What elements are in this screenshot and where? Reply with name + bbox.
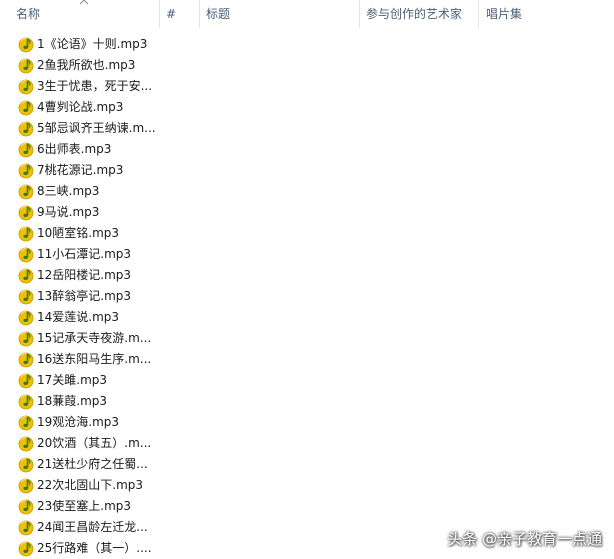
watermark-text: 头条 @亲子教育一点通 [447,530,602,548]
file-row[interactable]: 16送东阳马生序.m... [0,349,614,370]
file-name: 1《论语》十则.mp3 [37,37,148,51]
file-name: 6出师表.mp3 [37,142,112,156]
column-header-title[interactable]: 标题 [200,0,358,28]
column-separator[interactable] [478,0,479,28]
file-name: 4曹刿论战.mp3 [37,100,124,114]
music-note-icon [18,541,34,557]
file-name: 14爱莲说.mp3 [37,310,120,324]
music-note-icon [18,58,34,74]
column-header-artist[interactable]: 参与创作的艺术家 [360,0,478,28]
music-note-icon [18,289,34,305]
music-note-icon [18,457,34,473]
file-name: 9马说.mp3 [37,205,100,219]
file-name: 8三峡.mp3 [37,184,100,198]
music-note-icon [18,373,34,389]
file-row[interactable]: 4曹刿论战.mp3 [0,97,614,118]
file-row[interactable]: 3生于忧患，死于安... [0,76,614,97]
sort-ascending-icon[interactable] [79,0,89,7]
music-note-icon [18,163,34,179]
column-header-number[interactable]: # [160,0,199,28]
music-note-icon [18,520,34,536]
file-row[interactable]: 10陋室铭.mp3 [0,223,614,244]
music-note-icon [18,415,34,431]
music-note-icon [18,331,34,347]
file-row[interactable]: 14爱莲说.mp3 [0,307,614,328]
file-name: 16送东阳马生序.m... [37,352,152,366]
file-name: 11小石潭记.mp3 [37,247,132,261]
column-header-artist-label: 参与创作的艺术家 [366,7,463,21]
file-row[interactable]: 11小石潭记.mp3 [0,244,614,265]
file-row[interactable]: 23使至塞上.mp3 [0,496,614,517]
music-note-icon [18,100,34,116]
file-explorer-window: 名称 # 标题 参与创作的艺术家 唱片集 1《论语》十则.mp3 2鱼我所欲也.m… [0,0,614,559]
file-name: 10陋室铭.mp3 [37,226,120,240]
file-row[interactable]: 17关雎.mp3 [0,370,614,391]
music-note-icon [18,247,34,263]
file-name: 22次北固山下.mp3 [37,478,144,492]
file-row[interactable]: 13醉翁亭记.mp3 [0,286,614,307]
file-name: 19观沧海.mp3 [37,415,120,429]
music-note-icon [18,205,34,221]
file-row[interactable]: 8三峡.mp3 [0,181,614,202]
music-note-icon [18,184,34,200]
file-name: 3生于忧患，死于安... [37,79,153,93]
column-header-name-label: 名称 [16,7,41,21]
file-row[interactable]: 6出师表.mp3 [0,139,614,160]
file-name: 7桃花源记.mp3 [37,163,124,177]
music-note-icon [18,121,34,137]
file-name: 15记承天寺夜游.m... [37,331,152,345]
file-name: 24闻王昌龄左迁龙... [37,520,148,534]
file-name: 13醉翁亭记.mp3 [37,289,132,303]
column-header-title-label: 标题 [206,7,231,21]
file-row[interactable]: 19观沧海.mp3 [0,412,614,433]
file-row[interactable]: 18蒹葭.mp3 [0,391,614,412]
music-note-icon [18,499,34,515]
file-name: 23使至塞上.mp3 [37,499,132,513]
file-row[interactable]: 7桃花源记.mp3 [0,160,614,181]
music-note-icon [18,142,34,158]
music-note-icon [18,226,34,242]
file-name: 12岳阳楼记.mp3 [37,268,132,282]
music-note-icon [18,394,34,410]
column-header-album-label: 唱片集 [486,7,523,21]
file-name: 18蒹葭.mp3 [37,394,108,408]
music-note-icon [18,352,34,368]
file-name: 17关雎.mp3 [37,373,108,387]
file-row[interactable]: 5邹忌讽齐王纳谏.m... [0,118,614,139]
music-note-icon [18,310,34,326]
file-name: 25行路难（其一）.... [37,541,152,555]
music-note-icon [18,79,34,95]
file-row[interactable]: 12岳阳楼记.mp3 [0,265,614,286]
file-row[interactable]: 15记承天寺夜游.m... [0,328,614,349]
file-name: 2鱼我所欲也.mp3 [37,58,136,72]
file-row[interactable]: 2鱼我所欲也.mp3 [0,55,614,76]
column-header-album[interactable]: 唱片集 [480,0,600,28]
file-row[interactable]: 20饮酒（其五）.m... [0,433,614,454]
column-header-number-label: # [166,7,177,21]
file-name: 21送杜少府之任蜀... [37,457,148,471]
music-note-icon [18,436,34,452]
file-row[interactable]: 21送杜少府之任蜀... [0,454,614,475]
music-note-icon [18,37,34,53]
music-note-icon [18,478,34,494]
column-header-bar: 名称 # 标题 参与创作的艺术家 唱片集 [0,0,614,28]
file-row[interactable]: 22次北固山下.mp3 [0,475,614,496]
file-name: 5邹忌讽齐王纳谏.m... [37,121,156,135]
file-list: 1《论语》十则.mp3 2鱼我所欲也.mp3 3生于忧患，死于安... 4曹刿论战.m… [0,34,614,559]
file-row[interactable]: 9马说.mp3 [0,202,614,223]
file-row[interactable]: 1《论语》十则.mp3 [0,34,614,55]
file-name: 20饮酒（其五）.m... [37,436,152,450]
music-note-icon [18,268,34,284]
